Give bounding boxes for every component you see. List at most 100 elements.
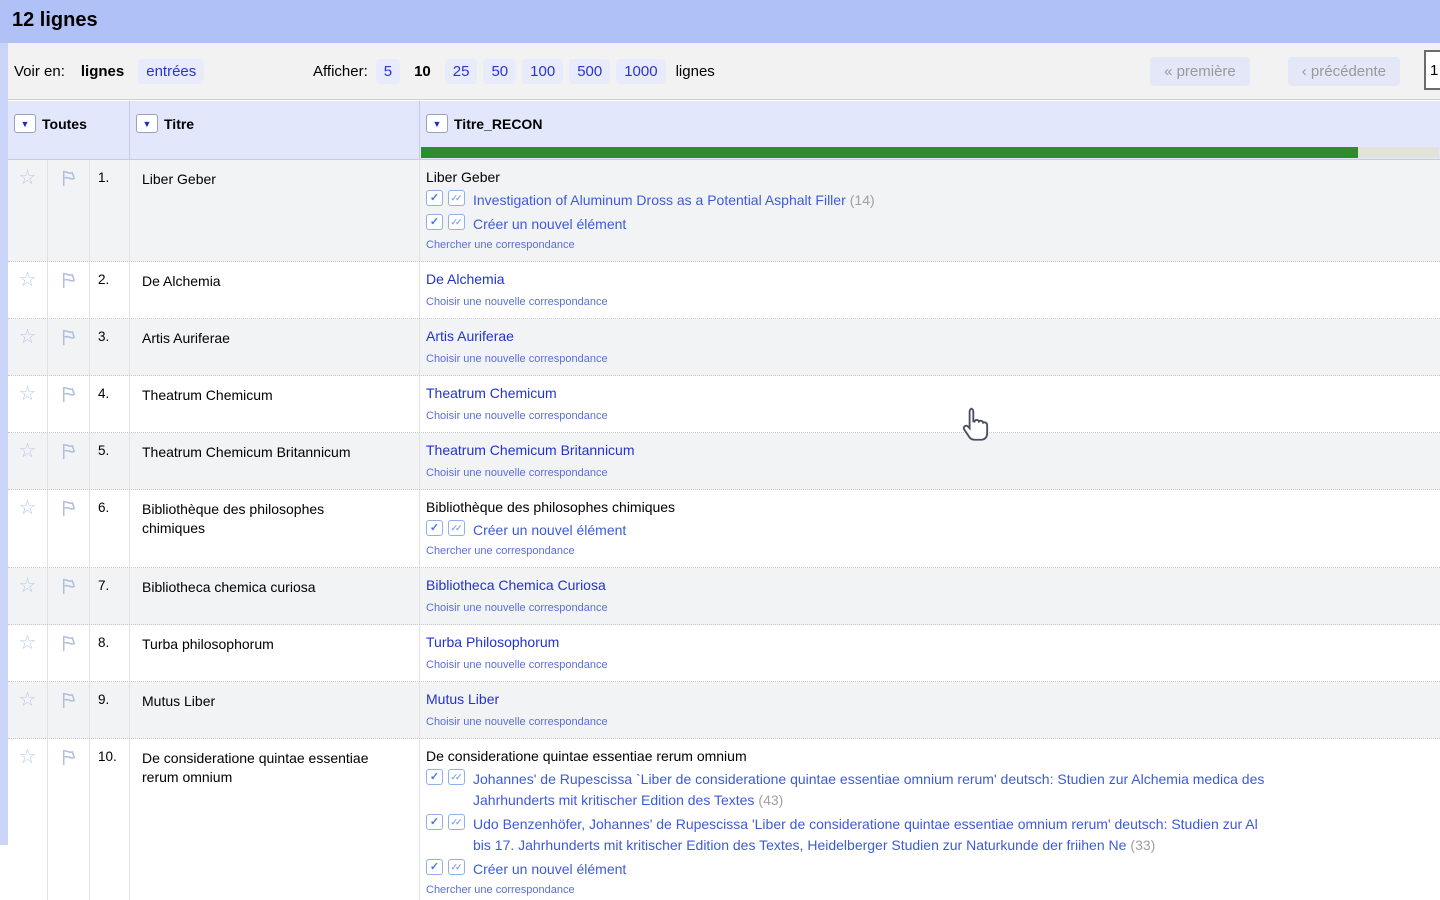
page-size-option[interactable]: 50: [483, 59, 516, 84]
flag-icon[interactable]: [58, 576, 79, 597]
candidate-line: Créer un nouvel élément: [473, 520, 626, 541]
matched-value-link[interactable]: Bibliotheca Chemica Curiosa: [426, 576, 606, 595]
flag-cell: [48, 682, 90, 738]
match-this-cell-checkbox-icon[interactable]: ✓: [426, 859, 443, 875]
match-all-identical-cells-checkbox-icon[interactable]: ✓✓: [448, 769, 465, 785]
titre-cell: Theatrum Chemicum Britannicum: [130, 433, 420, 489]
titre-recon-cell: De consideratione quintae essentiae reru…: [420, 739, 1440, 900]
star-icon[interactable]: ☆: [19, 327, 37, 375]
choose-new-match-link[interactable]: Choisir une nouvelle correspondance: [426, 409, 1440, 424]
page-size-option: 10: [406, 59, 439, 84]
match-this-cell-checkbox-icon[interactable]: ✓: [426, 814, 443, 830]
flag-icon[interactable]: [58, 270, 79, 291]
match-this-cell-checkbox-icon[interactable]: ✓: [426, 769, 443, 785]
matched-value-link[interactable]: Mutus Liber: [426, 690, 499, 709]
titre-cell: Mutus Liber: [130, 682, 420, 738]
choose-new-match-link[interactable]: Choisir une nouvelle correspondance: [426, 601, 1440, 616]
flag-icon[interactable]: [58, 498, 79, 519]
titre-value: Turba philosophorum: [142, 635, 377, 654]
star-icon[interactable]: ☆: [19, 633, 37, 681]
column-menu-all-icon[interactable]: ▼: [14, 114, 36, 133]
match-this-cell-checkbox-icon[interactable]: ✓: [426, 214, 443, 230]
page-size-option[interactable]: 500: [569, 59, 610, 84]
star-icon[interactable]: ☆: [19, 747, 37, 900]
matched-value-link[interactable]: Theatrum Chemicum Britannicum: [426, 441, 635, 460]
first-page-button[interactable]: « première: [1150, 57, 1250, 86]
choose-new-match-link[interactable]: Choisir une nouvelle correspondance: [426, 295, 1440, 310]
flag-icon[interactable]: [58, 441, 79, 462]
titre-recon-cell: Artis Auriferae Choisir une nouvelle corr…: [420, 319, 1440, 375]
page-size-option[interactable]: 1000: [616, 59, 665, 84]
view-mode-group: Voir en: lignesentrées: [14, 43, 210, 99]
match-all-identical-cells-checkbox-icon[interactable]: ✓✓: [448, 859, 465, 875]
flag-icon[interactable]: [58, 384, 79, 405]
recon-candidate: ✓✓✓Johannes' de Rupescissa `Liber de con…: [426, 769, 1440, 811]
candidate-link[interactable]: bis 17. Jahrhunderts mit kritischer Edit…: [473, 837, 1126, 853]
choose-new-match-link[interactable]: Choisir une nouvelle correspondance: [426, 352, 1440, 367]
row-count-title: 12 lignes: [12, 9, 98, 32]
recon-candidate: ✓✓✓Créer un nouvel élément: [426, 214, 1440, 235]
flag-icon[interactable]: [58, 168, 79, 189]
page-size-option[interactable]: 25: [445, 59, 478, 84]
star-cell: ☆: [8, 739, 48, 900]
match-this-cell-checkbox-icon[interactable]: ✓: [426, 190, 443, 206]
table-row: ☆6.Bibliothèque des philosophes chimique…: [8, 490, 1440, 568]
view-mode-link[interactable]: entrées: [138, 59, 204, 84]
match-this-cell-checkbox-icon[interactable]: ✓: [426, 520, 443, 536]
titre-value: Bibliothèque des philosophes chimiques: [142, 500, 377, 538]
page-size-option[interactable]: 100: [522, 59, 563, 84]
search-match-link[interactable]: Chercher une correspondance: [426, 883, 1440, 898]
candidate-link[interactable]: Investigation of Aluminum Dross as a Pot…: [473, 192, 846, 208]
match-all-identical-cells-checkbox-icon[interactable]: ✓✓: [448, 214, 465, 230]
column-label-all: Toutes: [42, 116, 87, 132]
flag-icon[interactable]: [58, 327, 79, 348]
candidate-link[interactable]: Créer un nouvel élément: [473, 861, 626, 877]
table-row: ☆5.Theatrum Chemicum BritannicumTheatrum…: [8, 433, 1440, 490]
candidate-link[interactable]: Johannes' de Rupescissa `Liber de consid…: [473, 771, 1264, 787]
candidate-link[interactable]: Créer un nouvel élément: [473, 522, 626, 538]
candidate-text: Udo Benzenhöfer, Johannes' de Rupescissa…: [473, 814, 1258, 856]
candidate-link[interactable]: Udo Benzenhöfer, Johannes' de Rupescissa…: [473, 816, 1258, 832]
column-header-all: ▼ Toutes: [8, 101, 130, 160]
choose-new-match-link[interactable]: Choisir une nouvelle correspondance: [426, 715, 1440, 730]
star-icon[interactable]: ☆: [19, 498, 37, 567]
reconciliation-progress-bar: [421, 147, 1439, 158]
candidate-link[interactable]: Jahrhunderts mit kritischer Edition des …: [473, 792, 754, 808]
star-icon[interactable]: ☆: [19, 441, 37, 489]
column-menu-titre-recon-icon[interactable]: ▼: [426, 114, 448, 133]
matched-value-link[interactable]: Artis Auriferae: [426, 327, 514, 346]
match-all-identical-cells-checkbox-icon[interactable]: ✓✓: [448, 520, 465, 536]
recon-candidate: ✓✓✓Créer un nouvel élément: [426, 859, 1440, 880]
star-icon[interactable]: ☆: [19, 168, 37, 261]
candidate-link[interactable]: Créer un nouvel élément: [473, 216, 626, 232]
flag-icon[interactable]: [58, 747, 79, 768]
star-icon[interactable]: ☆: [19, 384, 37, 432]
match-all-identical-cells-checkbox-icon[interactable]: ✓✓: [448, 814, 465, 830]
titre-value: Liber Geber: [142, 170, 377, 189]
choose-new-match-link[interactable]: Choisir une nouvelle correspondance: [426, 658, 1440, 673]
matched-value-link[interactable]: Turba Philosophorum: [426, 633, 559, 652]
flag-icon[interactable]: [58, 690, 79, 711]
page-size-options: 51025501005001000: [376, 59, 672, 84]
column-menu-titre-icon[interactable]: ▼: [136, 114, 158, 133]
matched-value-link[interactable]: De Alchemia: [426, 270, 505, 289]
search-match-link[interactable]: Chercher une correspondance: [426, 238, 1440, 253]
flag-cell: [48, 262, 90, 318]
recon-candidate: ✓✓✓Créer un nouvel élément: [426, 520, 1440, 541]
page-size-option[interactable]: 5: [376, 59, 400, 84]
search-match-link[interactable]: Chercher une correspondance: [426, 544, 1440, 559]
star-icon[interactable]: ☆: [19, 270, 37, 318]
cell-value: Bibliothèque des philosophes chimiques: [426, 498, 1440, 517]
match-all-identical-cells-checkbox-icon[interactable]: ✓✓: [448, 190, 465, 206]
candidate-text: Créer un nouvel élément: [473, 520, 626, 541]
titre-cell: Turba philosophorum: [130, 625, 420, 681]
matched-value-link[interactable]: Theatrum Chemicum: [426, 384, 557, 403]
flag-cell: [48, 160, 90, 261]
flag-icon[interactable]: [58, 633, 79, 654]
previous-page-button[interactable]: ‹ précédente: [1288, 57, 1400, 86]
star-icon[interactable]: ☆: [19, 690, 37, 738]
choose-new-match-link[interactable]: Choisir une nouvelle correspondance: [426, 466, 1440, 481]
star-icon[interactable]: ☆: [19, 576, 37, 624]
flag-cell: [48, 568, 90, 624]
page-number-input[interactable]: [1424, 50, 1440, 90]
